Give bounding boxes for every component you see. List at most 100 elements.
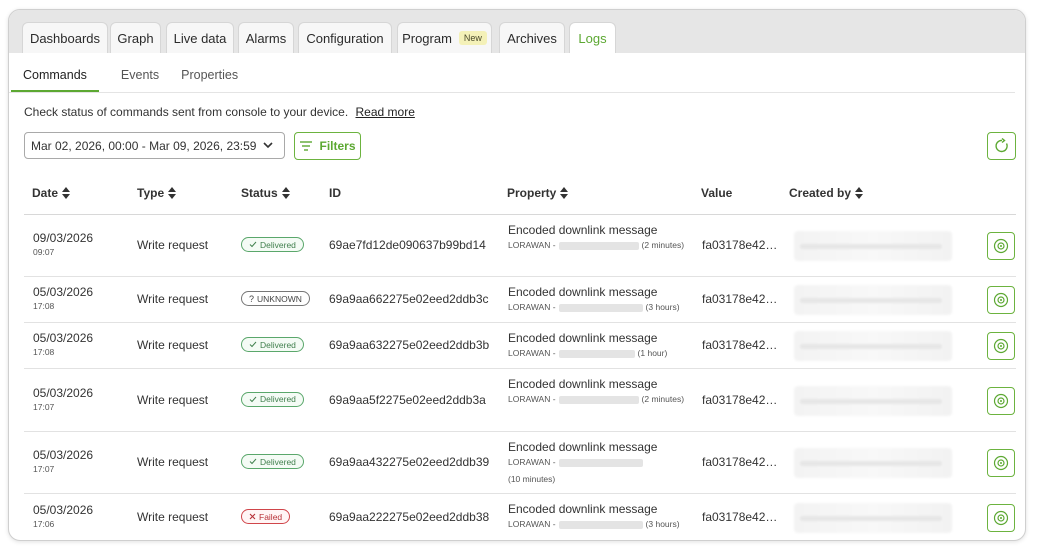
subtab-events[interactable]: Events [121,68,159,92]
view-details-button[interactable] [987,286,1015,314]
property-prefix: LORAWAN - [508,457,556,467]
column-header-status[interactable]: Status [241,186,290,200]
header-label: Date [32,186,59,200]
time-value: 17:07 [33,464,55,474]
property-title: Encoded downlink message [508,331,658,345]
date-cell: 09/03/2026 09:07 [33,231,93,257]
tab-configuration[interactable]: Configuration [298,22,392,53]
filter-icon [300,141,313,151]
status-badge: Delivered [241,237,304,252]
date-value: 05/03/2026 [33,285,94,299]
column-header-property[interactable]: Property [507,186,569,200]
property-subtext: LORAWAN - (2 minutes) [508,391,688,408]
type-cell: Write request [137,392,209,407]
info-message: Check status of commands sent from conso… [24,105,349,119]
value-cell: fa03178e42… [702,338,778,352]
header-label: Value [701,186,733,200]
redacted-text [558,520,643,529]
tab-live-data[interactable]: Live data [166,22,234,53]
property-subtext: LORAWAN - (3 hours) [508,516,688,533]
refresh-button[interactable] [987,132,1016,160]
property-cell: Encoded downlink message LORAWAN - (2 mi… [508,377,688,408]
id-cell: 69a9aa432275e02eed2ddb39 [329,455,490,469]
check-icon [249,241,257,248]
property-suffix: (2 minutes) [641,240,685,250]
read-more-link[interactable]: Read more [356,105,415,119]
tab-label: Dashboards [29,30,101,46]
tab-label: Alarms [245,30,287,46]
id-cell: 69a9aa632275e02eed2ddb3b [329,338,490,352]
tab-logs[interactable]: Logs [569,22,616,53]
property-cell: Encoded downlink message LORAWAN - (3 ho… [508,285,688,316]
column-header-id: ID [329,186,341,200]
view-details-button[interactable] [987,386,1015,415]
property-suffix: (2 minutes) [641,394,685,404]
chevron-down-icon [263,142,273,149]
check-icon [249,396,257,402]
date-cell: 05/03/2026 17:08 [33,285,93,311]
column-header-date[interactable]: Date [32,186,71,200]
header-label: ID [329,186,341,200]
type-cell: Write request [137,292,209,306]
tab-alarms[interactable]: Alarms [238,22,294,53]
tab-program[interactable]: Program New [397,22,492,53]
top-tab-bar: Dashboards Graph Live data Alarms Config… [9,10,1025,53]
eye-icon [993,393,1009,408]
question-icon: ? [249,293,255,304]
check-icon [249,458,257,465]
view-details-button[interactable] [987,449,1015,477]
date-cell: 05/03/2026 17:07 [33,448,93,474]
property-suffix: (3 hours) [645,302,680,312]
property-subtext: LORAWAN - (1 hour) [508,345,688,362]
view-details-button[interactable] [987,504,1015,532]
header-label: Created by [789,186,852,200]
header-label: Type [137,186,165,200]
property-prefix: LORAWAN - [508,348,556,358]
value-cell: fa03178e42… [702,510,778,524]
column-header-created-by[interactable]: Created by [789,186,864,200]
eye-icon [993,338,1009,354]
status-label: Delivered [260,339,296,350]
column-header-value: Value [701,186,732,200]
date-cell: 05/03/2026 17:06 [33,503,93,529]
subtab-properties[interactable]: Properties [181,68,238,92]
tab-label: Graph [117,30,154,46]
divider [9,92,1015,93]
date-value: 05/03/2026 [33,385,94,400]
type-cell: Write request [137,238,209,252]
tab-label: Archives [507,30,557,46]
tab-dashboards[interactable]: Dashboards [22,22,108,53]
view-details-button[interactable] [987,232,1015,260]
value-cell: fa03178e42… [702,392,778,407]
property-title: Encoded downlink message [508,377,658,391]
column-header-type[interactable]: Type [137,186,177,200]
status-label: Delivered [260,394,296,404]
status-badge: Delivered [241,454,304,469]
date-range-select[interactable]: Mar 02, 2026, 00:00 - Mar 09, 2026, 23:5… [24,132,285,159]
property-title: Encoded downlink message [508,285,658,299]
type-cell: Write request [137,455,209,469]
id-cell: 69a9aa662275e02eed2ddb3c [329,292,489,306]
header-label: Status [241,186,278,200]
property-subtext: LORAWAN - (10 minutes) [508,454,688,488]
table-row: 05/03/2026 17:08 Write request Delivered… [24,323,1016,369]
created-by-redacted [794,448,952,478]
filters-button[interactable]: Filters [294,132,361,160]
x-icon [249,513,256,520]
property-title: Encoded downlink message [508,502,658,516]
subtab-commands[interactable]: Commands [11,68,99,92]
time-value: 17:08 [33,347,55,357]
sort-icon [168,187,177,199]
filters-label: Filters [319,139,356,153]
view-details-button[interactable] [987,332,1015,360]
property-prefix: LORAWAN - [508,519,556,529]
property-title: Encoded downlink message [508,440,658,454]
eye-icon [993,455,1009,471]
tab-archives[interactable]: Archives [499,22,565,53]
created-by-redacted [794,385,952,416]
id-cell: 69a9aa5f2275e02eed2ddb3a [329,392,486,407]
subtab-bar: Commands Events Properties [11,68,260,92]
tab-graph[interactable]: Graph [110,22,161,53]
table-row: 09/03/2026 09:07 Write request Delivered… [24,215,1016,277]
sort-icon [281,187,290,199]
